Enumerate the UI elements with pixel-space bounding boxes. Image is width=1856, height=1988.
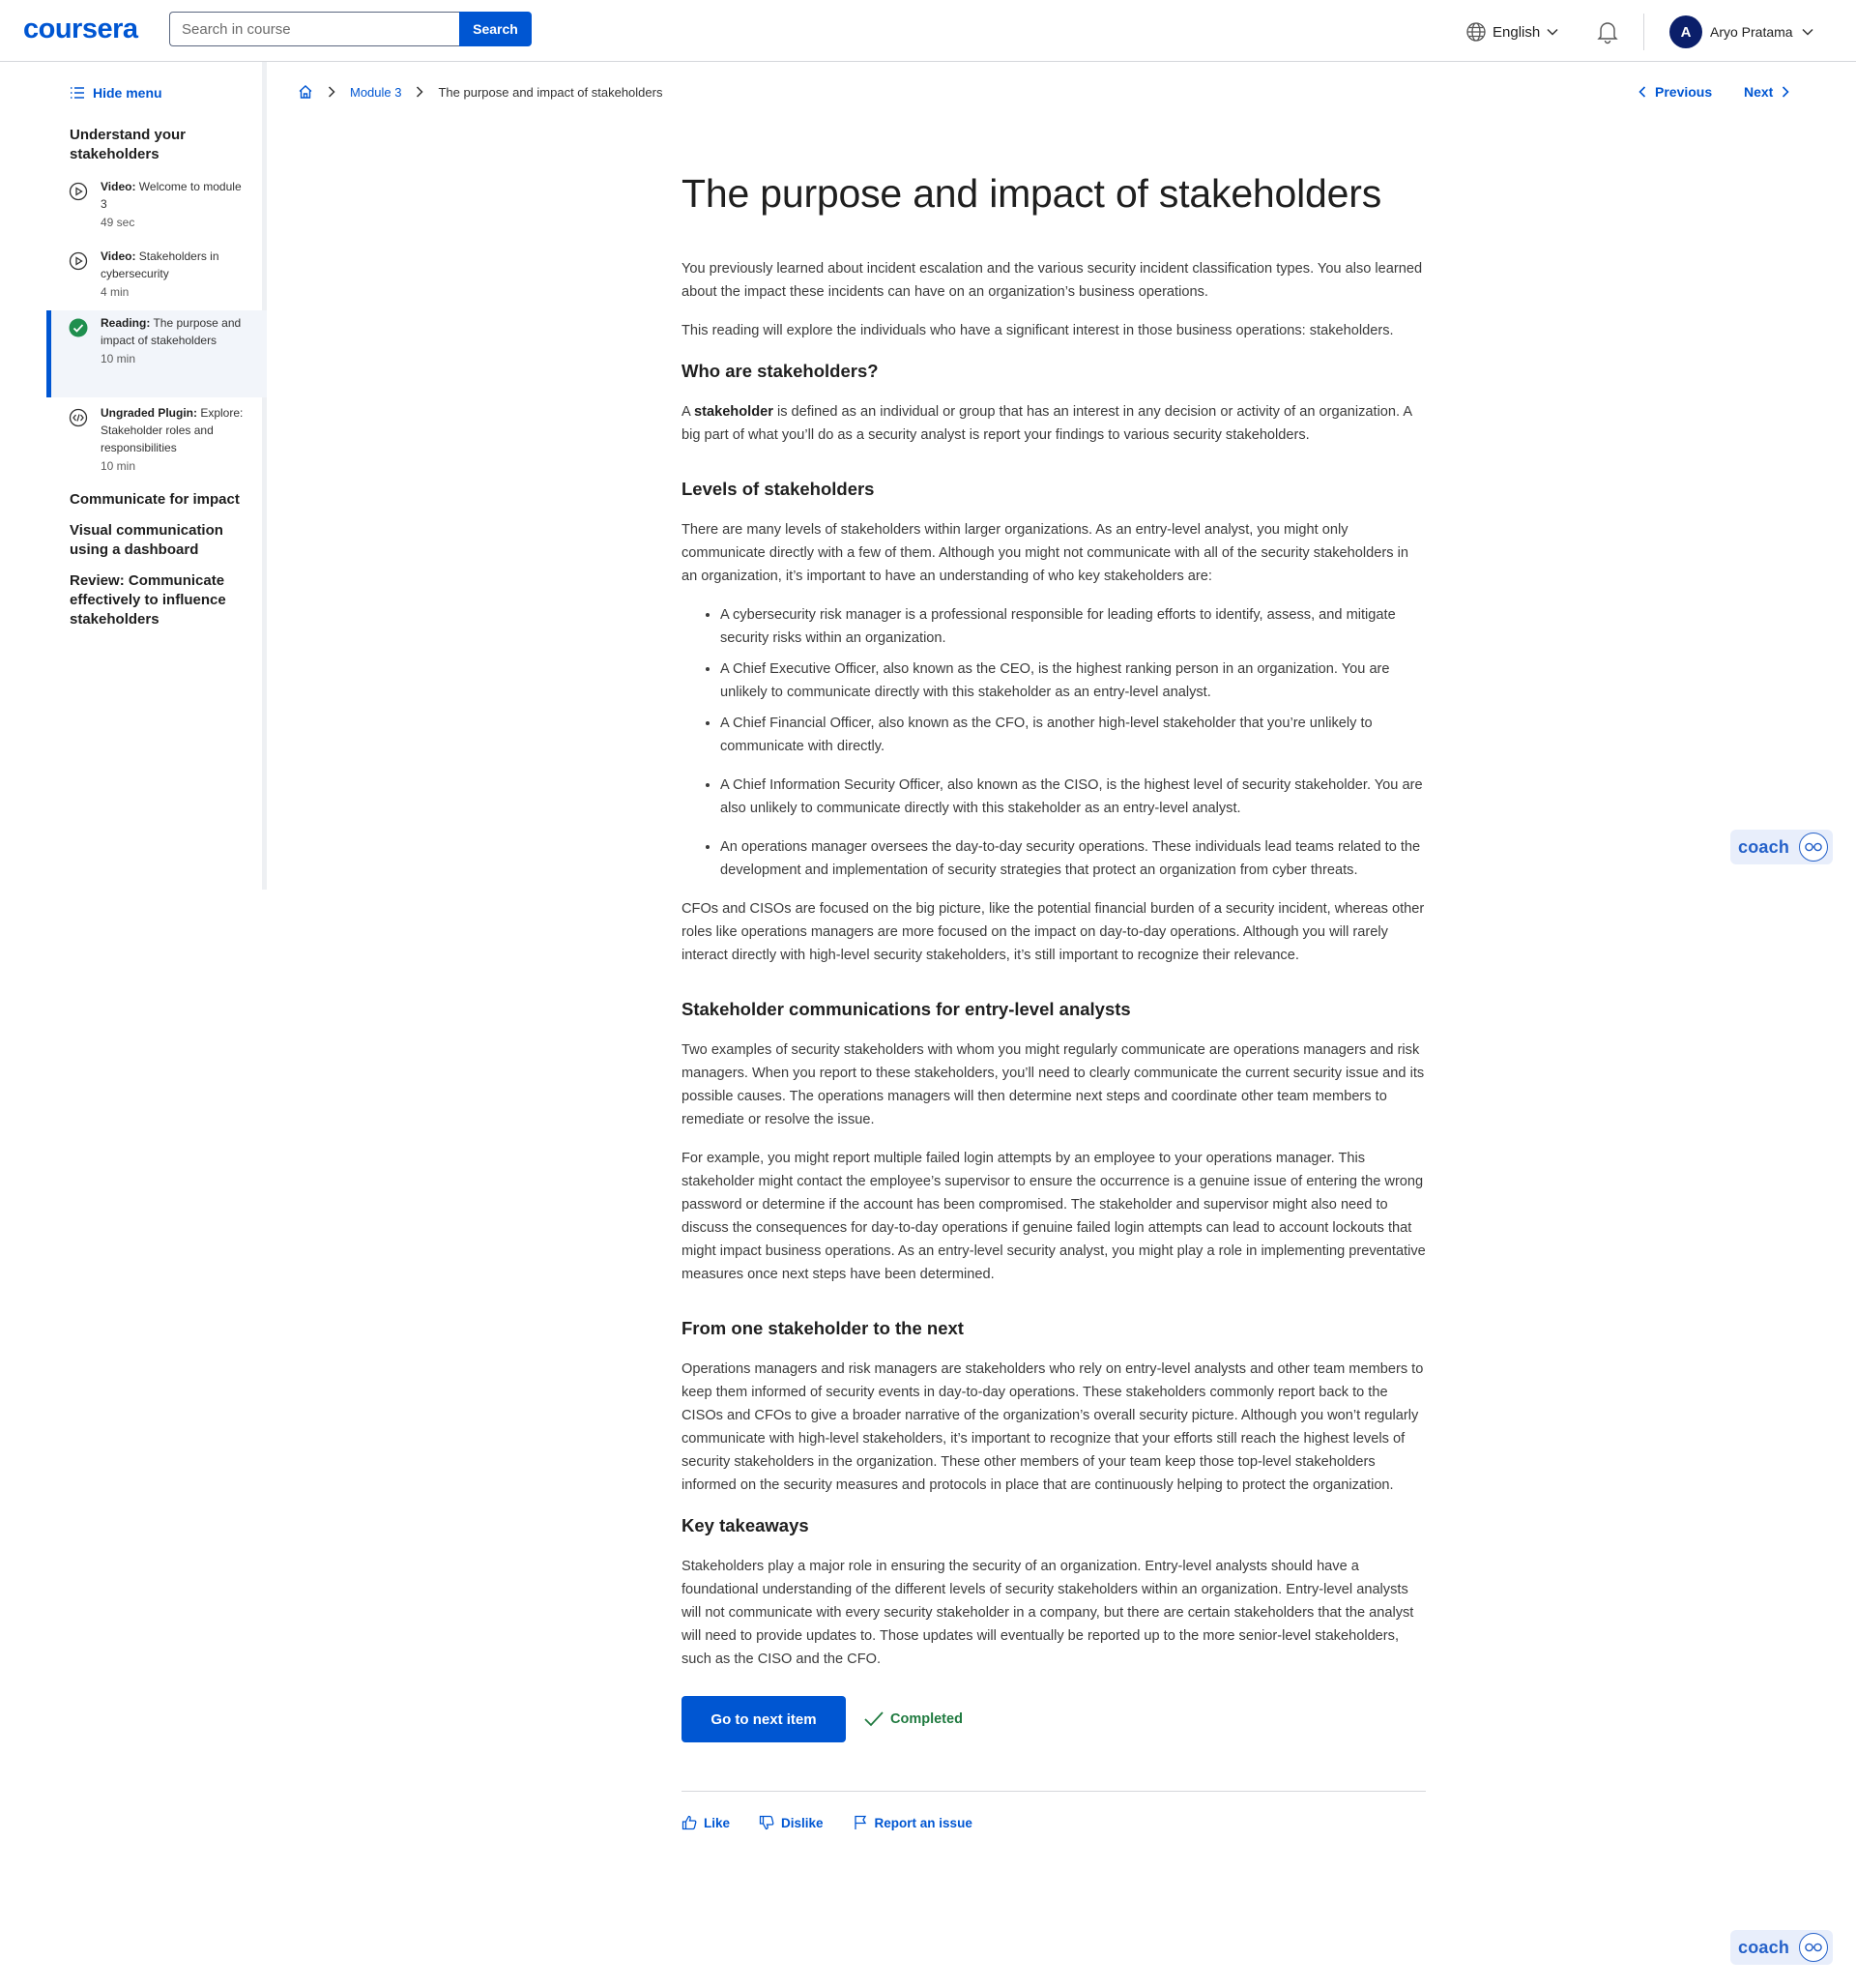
- list-item: A Chief Financial Officer, also known as…: [720, 712, 1426, 758]
- levels-paragraph: There are many levels of stakeholders wi…: [682, 522, 1408, 584]
- coach-glasses-icon: [1799, 833, 1829, 862]
- like-button[interactable]: Like: [682, 1815, 730, 1830]
- header-divider: [1643, 14, 1644, 50]
- section-heading-next-stakeholder: From one stakeholder to the next: [682, 1318, 964, 1338]
- breadcrumb-current: The purpose and impact of stakeholders: [438, 84, 663, 100]
- search-button[interactable]: Search: [459, 12, 532, 46]
- like-label: Like: [704, 1815, 731, 1830]
- definition-text: is defined as an individual or group tha…: [682, 404, 1412, 443]
- intro-paragraph: You previously learned about incident es…: [682, 261, 1423, 300]
- lesson-type: Video:: [101, 249, 136, 263]
- user-menu[interactable]: A Aryo Pratama: [1669, 15, 1814, 48]
- lesson-duration: 10 min: [101, 352, 136, 365]
- hide-menu-button[interactable]: Hide menu: [70, 85, 162, 101]
- completion-actions: Go to next item Completed: [682, 1696, 1426, 1742]
- next-stakeholder-paragraph: Operations managers and risk managers ar…: [682, 1361, 1424, 1493]
- play-icon: [69, 182, 88, 201]
- language-label: English: [1493, 23, 1541, 41]
- lesson-type: Video:: [101, 180, 136, 193]
- sidebar-section-communicate[interactable]: Communicate for impact: [70, 490, 253, 510]
- completed-label: Completed: [890, 1711, 963, 1727]
- coach-label: coach: [1738, 836, 1790, 857]
- bell-icon[interactable]: [1595, 19, 1620, 44]
- sidebar-item-stakeholders-video[interactable]: Video: Stakeholders in cybersecurity 4 mi…: [46, 244, 267, 309]
- next-label: Next: [1744, 84, 1774, 100]
- chevron-down-icon: [1801, 25, 1814, 39]
- sidebar-item-reading-current[interactable]: Reading: The purpose and impact of stake…: [46, 310, 267, 397]
- hide-menu-label: Hide menu: [93, 85, 162, 101]
- stakeholder-term: stakeholder: [693, 404, 773, 420]
- section-heading-who: Who are stakeholders?: [682, 361, 879, 381]
- page-title: The purpose and impact of stakeholders: [682, 171, 1381, 216]
- course-sidebar: Hide menu Understand your stakeholders V…: [0, 62, 267, 890]
- dislike-label: Dislike: [781, 1815, 824, 1830]
- play-icon: [69, 251, 88, 271]
- thumbs-down-icon: [759, 1815, 774, 1830]
- lesson-duration: 49 sec: [101, 216, 135, 229]
- lesson-type: Ungraded Plugin:: [101, 406, 197, 420]
- flag-icon: [853, 1815, 868, 1830]
- lesson-type: Reading:: [101, 316, 151, 330]
- section-heading-key-takeaways: Key takeaways: [682, 1515, 809, 1535]
- coach-label: coach: [1738, 1937, 1790, 1957]
- section-heading-levels: Levels of stakeholders: [682, 479, 875, 499]
- lesson-duration: 4 min: [101, 285, 130, 299]
- stakeholder-list: A cybersecurity risk manager is a profes…: [682, 603, 1426, 882]
- globe-icon: [1465, 21, 1487, 43]
- levels-summary-paragraph: CFOs and CISOs are focused on the big pi…: [682, 901, 1425, 963]
- sidebar-item-plugin[interactable]: Ungraded Plugin: Explore: Stakeholder ro…: [46, 400, 267, 487]
- sidebar-item-welcome[interactable]: Video: Welcome to module 3 49 sec: [46, 174, 267, 240]
- chevron-right-icon: [327, 85, 336, 99]
- code-icon: [69, 408, 88, 427]
- previous-button[interactable]: Previous: [1638, 81, 1712, 102]
- home-icon[interactable]: [298, 84, 313, 100]
- sidebar-section-visual[interactable]: Visual communication using a dashboard: [70, 521, 253, 560]
- checkmark-icon: [863, 1710, 884, 1729]
- coach-glasses-icon: [1799, 1933, 1829, 1962]
- breadcrumb-module[interactable]: Module 3: [350, 85, 401, 100]
- chevron-left-icon: [1638, 85, 1647, 99]
- definition-prefix: A: [682, 404, 694, 420]
- list-item: An operations manager oversees the day-t…: [720, 835, 1426, 882]
- chevron-right-icon: [415, 85, 424, 99]
- report-issue-button[interactable]: Report an issue: [853, 1815, 972, 1830]
- check-circle-icon: [69, 318, 88, 337]
- user-name: Aryo Pratama: [1710, 24, 1793, 40]
- breadcrumb: Module 3 The purpose and impact of stake…: [298, 81, 662, 102]
- sidebar-section-understand[interactable]: Understand your stakeholders: [70, 126, 253, 164]
- chevron-right-icon: [1781, 85, 1790, 99]
- communications-example-paragraph: For example, you might report multiple f…: [682, 1151, 1426, 1282]
- chevron-down-icon: [1546, 25, 1559, 39]
- list-item: A Chief Information Security Officer, al…: [720, 774, 1426, 820]
- dislike-button[interactable]: Dislike: [759, 1815, 824, 1830]
- go-to-next-item-button[interactable]: Go to next item: [682, 1696, 846, 1742]
- completed-status: Completed: [863, 1710, 963, 1729]
- coach-button[interactable]: coach: [1730, 830, 1833, 864]
- language-selector[interactable]: English: [1465, 19, 1559, 44]
- sidebar-section-review[interactable]: Review: Communicate effectively to influ…: [70, 571, 253, 629]
- report-issue-label: Report an issue: [874, 1815, 972, 1830]
- list-icon: [70, 86, 85, 100]
- coach-button[interactable]: coach: [1730, 1930, 1833, 1965]
- previous-label: Previous: [1655, 84, 1713, 100]
- divider: [682, 1791, 1426, 1792]
- list-item: A Chief Executive Officer, also known as…: [720, 658, 1426, 704]
- intro-paragraph: This reading will explore the individual…: [682, 323, 1394, 338]
- top-header: coursera Search English A Aryo Pratama: [0, 0, 1856, 62]
- reading-content: The purpose and impact of stakeholders Y…: [682, 164, 1426, 1830]
- thumbs-up-icon: [682, 1815, 697, 1830]
- coursera-logo[interactable]: coursera: [23, 14, 138, 45]
- feedback-bar: Like Dislike Report an issue: [682, 1815, 1426, 1830]
- avatar: A: [1669, 15, 1702, 48]
- section-heading-communications: Stakeholder communications for entry-lev…: [682, 999, 1131, 1019]
- search-input[interactable]: [169, 12, 459, 46]
- list-item: A cybersecurity risk manager is a profes…: [720, 603, 1426, 650]
- definition-paragraph: A stakeholder is defined as an individua…: [682, 400, 1426, 447]
- key-takeaways-paragraph: Stakeholders play a major role in ensuri…: [682, 1559, 1414, 1667]
- lesson-duration: 10 min: [101, 459, 136, 473]
- next-button[interactable]: Next: [1744, 81, 1790, 102]
- communications-paragraph: Two examples of security stakeholders wi…: [682, 1042, 1425, 1127]
